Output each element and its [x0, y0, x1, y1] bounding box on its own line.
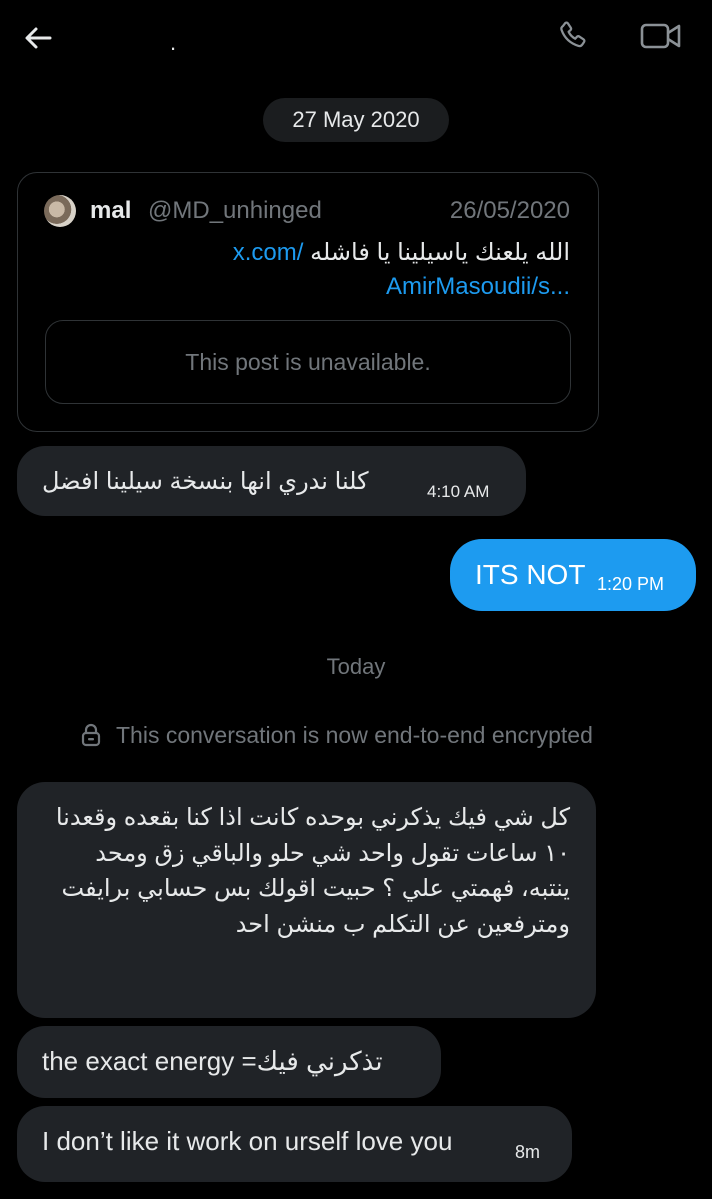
lock-icon	[81, 723, 101, 747]
message-timestamp: 1:20 PM	[597, 574, 665, 594]
message-text: ITS NOT	[475, 559, 586, 590]
post-author-name: mal	[90, 197, 132, 224]
video-camera-icon	[640, 23, 681, 49]
message-text: كلنا ندري انها بنسخة سيلينا افضل	[42, 468, 369, 495]
date-divider-today: Today	[326, 654, 386, 679]
message-timestamp: 4:10 AM	[427, 482, 490, 501]
message-timestamp: 8m	[515, 1142, 541, 1162]
message-text: كل شي فيك يذكرني بوحده كانت اذا كنا بقعد…	[55, 804, 570, 938]
post-date: 26/05/2020	[449, 197, 570, 224]
conversation-title[interactable]: .	[170, 30, 176, 56]
date-divider: 27 May 2020	[263, 98, 449, 142]
back-arrow-icon	[25, 27, 52, 49]
post-author-handle: @MD_unhinged	[148, 197, 322, 224]
encryption-notice-text: This conversation is now end-to-end encr…	[116, 721, 593, 748]
message-text: the exact energy =تذكرني فيك	[42, 1046, 383, 1076]
post-text-block: x.com/ الله يلعنك ياسيلينا يا فاشله Amir…	[50, 236, 570, 304]
phone-icon	[560, 21, 586, 48]
post-link-continued[interactable]: AmirMasoudii/s...	[386, 273, 570, 300]
unavailable-post-notice: This post is unavailable.	[45, 320, 571, 404]
back-button[interactable]	[18, 18, 58, 58]
encryption-notice: This conversation is now end-to-end encr…	[80, 720, 593, 750]
avatar[interactable]	[44, 195, 76, 227]
message-text: I don’t like it work on urself love you	[42, 1126, 453, 1156]
post-link[interactable]: x.com/	[233, 239, 304, 266]
call-button[interactable]	[553, 16, 593, 56]
post-text: الله يلعنك ياسيلينا يا فاشله	[310, 239, 570, 266]
video-call-button[interactable]	[638, 16, 684, 56]
